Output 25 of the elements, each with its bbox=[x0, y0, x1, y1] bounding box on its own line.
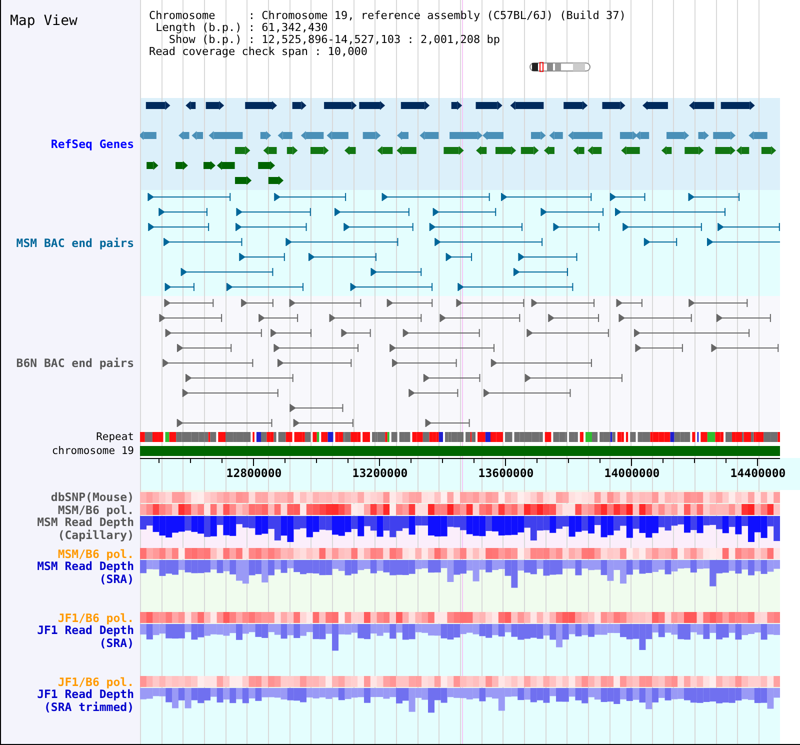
header-info-line: Show (b.p.) : 12,525,896-14,527,103 : 2,001,208 bp bbox=[168, 34, 501, 46]
track-label: MSM/B6 pol. bbox=[58, 548, 134, 560]
track-label: MSM BAC end pairs bbox=[16, 236, 134, 250]
track-label: JF1 Read Depth (SRA trimmed) bbox=[37, 688, 134, 714]
track-label: MSM/B6 pol. bbox=[58, 504, 134, 516]
header-info-line: Chromosome : Chromosome 19, reference assembly (C57BL/6J) (Build 37) bbox=[149, 10, 627, 22]
header-info-line: Read coverage check span : 10,000 bbox=[149, 46, 369, 58]
track-label: MSM Read Depth (SRA) bbox=[37, 560, 134, 586]
track-label: Repeat bbox=[96, 430, 134, 444]
track-label: JF1/B6 pol. bbox=[58, 612, 134, 624]
axis-label: 12800000 bbox=[225, 466, 283, 480]
track-label: B6N BAC end pairs bbox=[16, 356, 134, 370]
track-label: RefSeq Genes bbox=[50, 138, 134, 150]
track-label: JF1 Read Depth (SRA) bbox=[37, 624, 134, 650]
chromosome-ideogram-drawing bbox=[529, 62, 591, 72]
track-label: chromosome 19 bbox=[52, 444, 134, 458]
track-label: JF1/B6 pol. bbox=[58, 676, 134, 688]
axis-label: 13600000 bbox=[477, 466, 535, 480]
axis-label: 14000000 bbox=[603, 466, 661, 480]
page-title: Map View bbox=[10, 13, 78, 29]
header-info-line: Length (b.p.) : 61,342,430 bbox=[154, 22, 329, 34]
track-label: MSM Read Depth (Capillary) bbox=[37, 516, 134, 542]
track-label: dbSNP(Mouse) bbox=[50, 490, 134, 504]
axis-label: 13200000 bbox=[351, 466, 409, 480]
axis-label: 14400000 bbox=[729, 466, 787, 480]
